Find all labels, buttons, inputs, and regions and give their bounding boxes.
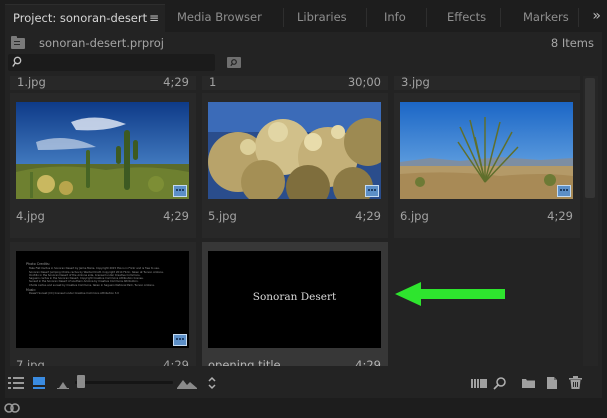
search-icon (12, 56, 22, 67)
panel-tab-bar: Project: sonoran-desert ≡ Media Browser … (0, 0, 607, 33)
clip-item-opening-title[interactable]: Sonoran Desert opening title 4;29 (202, 242, 388, 366)
clip-duration: 4;29 (355, 209, 381, 223)
tab-info[interactable]: Info (384, 4, 406, 31)
thumbnail-credits: Photo Credits: Take Flat Cactus in Sonor… (16, 251, 189, 348)
clip-item-6[interactable]: 6.jpg 4;29 (394, 93, 580, 238)
list-item[interactable]: 1.jpg 4;29 (10, 76, 196, 90)
still-image-icon (365, 185, 379, 197)
find-icon[interactable] (493, 376, 507, 390)
tab-divider (283, 8, 284, 27)
clip-name: 7.jpg (16, 358, 45, 366)
thumbnail-ocotillo (400, 102, 573, 199)
still-image-icon (173, 185, 187, 197)
list-item[interactable]: 3.jpg (394, 76, 580, 90)
clip-item-5[interactable]: 5.jpg 4;29 (202, 93, 388, 238)
tab-project-label: Project: sonoran-desert (13, 11, 148, 25)
panel-menu-icon[interactable]: ≡ (149, 5, 159, 32)
sort-icon[interactable] (207, 376, 217, 390)
icon-view-grid: 1.jpg 4;29 1 30;00 3.jpg 4.jpg 4;29 5.jp… (5, 76, 581, 366)
still-image-icon (173, 334, 187, 346)
tab-media-browser[interactable]: Media Browser (177, 4, 262, 31)
clip-duration: 4;29 (547, 209, 573, 223)
zoom-slider-thumb[interactable] (77, 375, 85, 388)
clip-name: 5.jpg (208, 209, 237, 223)
icon-view-icon[interactable] (32, 376, 46, 390)
tab-project[interactable]: Project: sonoran-desert ≡ (5, 4, 165, 32)
status-bar (0, 398, 607, 418)
cholla-image (208, 102, 381, 199)
project-folder-icon (11, 36, 25, 49)
vertical-scrollbar[interactable] (583, 76, 598, 366)
list-item[interactable]: 1 30;00 (202, 76, 388, 90)
project-panel: sonoran-desert.prproj 8 Items 1.jpg 4;29… (5, 32, 602, 398)
clip-item-4[interactable]: 4.jpg 4;29 (10, 93, 196, 238)
green-arrow-icon (395, 282, 505, 306)
clip-name: 4.jpg (16, 209, 45, 223)
creative-cloud-icon[interactable] (3, 401, 21, 415)
search-input[interactable] (26, 55, 211, 70)
project-toolbar (5, 372, 602, 396)
clear-icon[interactable] (569, 376, 582, 390)
clip-duration: 4;29 (355, 358, 381, 366)
tab-divider (578, 8, 579, 27)
list-view-icon[interactable] (8, 376, 24, 390)
clip-name: opening title (208, 358, 281, 366)
zoom-large-icon (177, 380, 197, 389)
zoom-small-icon (57, 382, 69, 389)
clip-duration: 4;29 (163, 209, 189, 223)
clip-item-7[interactable]: Photo Credits: Take Flat Cactus in Sonor… (10, 242, 196, 366)
tab-effects[interactable]: Effects (447, 4, 486, 31)
ocotillo-image (400, 102, 573, 199)
thumbnail-cholla (208, 102, 381, 199)
clip-duration: 4;29 (163, 358, 189, 366)
more-tabs-button[interactable]: » (592, 4, 601, 31)
opening-title-text: Sonoran Desert (252, 291, 337, 303)
scrollbar-thumb[interactable] (585, 78, 595, 198)
saguaro-image (16, 102, 189, 199)
search-box[interactable] (8, 54, 215, 71)
item-count: 8 Items (550, 36, 594, 50)
new-item-icon[interactable] (545, 376, 559, 390)
tab-markers[interactable]: Markers (523, 4, 569, 31)
tab-libraries[interactable]: Libraries (297, 4, 347, 31)
thumbnail-opening-title: Sonoran Desert (208, 251, 381, 348)
zoom-slider[interactable] (75, 381, 173, 384)
clip-name: 6.jpg (400, 209, 429, 223)
still-image-icon (557, 185, 571, 197)
bin-search-icon[interactable] (227, 57, 241, 68)
project-filename: sonoran-desert.prproj (39, 36, 164, 50)
tab-divider (500, 8, 501, 27)
thumbnail-saguaro (16, 102, 189, 199)
tab-divider (426, 8, 427, 27)
automate-to-sequence-icon[interactable] (471, 376, 487, 390)
new-bin-icon[interactable] (521, 376, 536, 390)
tab-divider (366, 8, 367, 27)
credits-text: Photo Credits: Take Flat Cactus in Sonor… (26, 262, 164, 296)
